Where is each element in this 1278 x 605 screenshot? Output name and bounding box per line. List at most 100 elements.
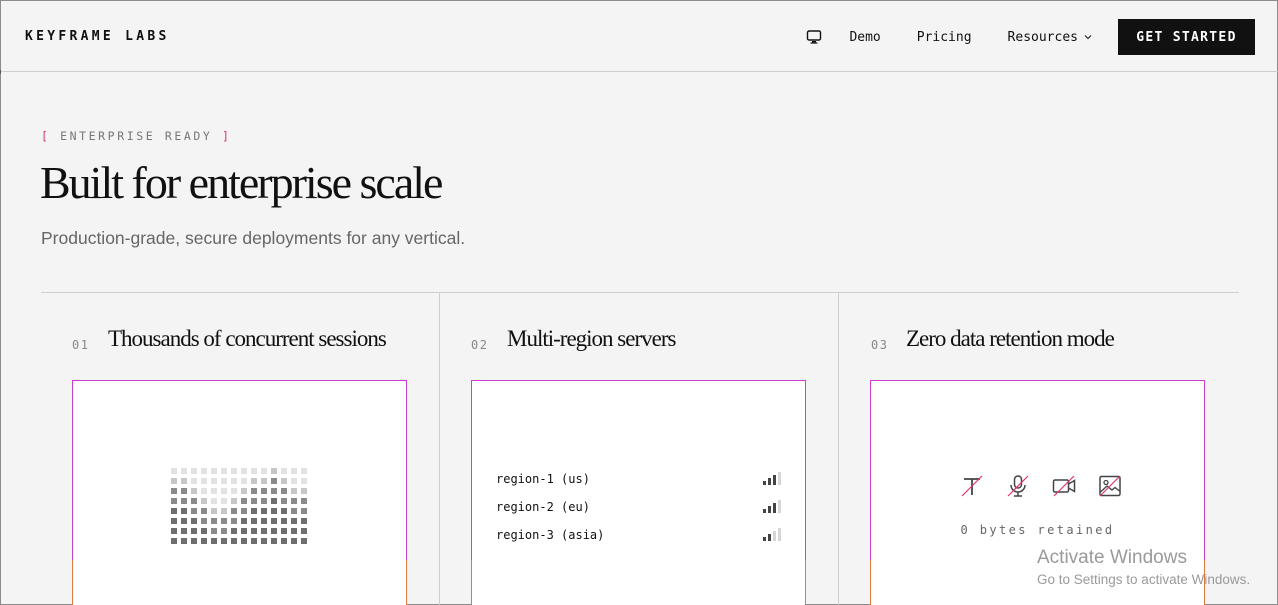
- session-dot: [261, 528, 267, 534]
- session-dot: [291, 528, 297, 534]
- card-number: 01: [72, 338, 90, 352]
- eyebrow: [ ENTERPRISE READY ]: [41, 129, 232, 143]
- session-dot: [211, 498, 217, 504]
- nav-link-demo[interactable]: Demo: [849, 30, 880, 45]
- session-dot: [171, 528, 177, 534]
- region-label: region-2 (eu): [496, 500, 590, 514]
- session-dot: [261, 538, 267, 544]
- signal-icon: [763, 528, 781, 541]
- session-dot: [221, 528, 227, 534]
- session-dot: [241, 528, 247, 534]
- session-dot: [181, 488, 187, 494]
- session-dot: [281, 468, 287, 474]
- session-dot: [211, 508, 217, 514]
- session-dot: [251, 518, 257, 524]
- page-title: Built for enterprise scale: [40, 157, 443, 208]
- session-dot: [291, 488, 297, 494]
- session-dot: [291, 508, 297, 514]
- card-title-regions: Multi-region servers: [507, 326, 676, 351]
- get-started-button[interactable]: GET STARTED: [1118, 19, 1255, 55]
- signal-icon: [763, 500, 781, 513]
- session-dot: [241, 508, 247, 514]
- session-dot: [281, 538, 287, 544]
- session-dot: [301, 488, 307, 494]
- session-dot: [221, 478, 227, 484]
- session-dot: [191, 498, 197, 504]
- signal-bar: [768, 478, 771, 485]
- session-dot: [281, 528, 287, 534]
- session-dot: [231, 528, 237, 534]
- session-dot: [251, 498, 257, 504]
- session-dot: [241, 478, 247, 484]
- video-off-icon: [1052, 475, 1076, 497]
- resources-label: Resources: [1007, 29, 1078, 45]
- session-dot: [241, 498, 247, 504]
- session-dot: [301, 468, 307, 474]
- session-dot: [271, 468, 277, 474]
- session-dot: [211, 518, 217, 524]
- session-dot: [251, 538, 257, 544]
- session-dot: [291, 478, 297, 484]
- session-dot: [211, 538, 217, 544]
- session-dot: [301, 478, 307, 484]
- eyebrow-bracket-open: [: [41, 129, 51, 143]
- session-dot: [291, 468, 297, 474]
- brand-logo[interactable]: KEYFRAME LABS: [25, 29, 170, 44]
- session-dot: [171, 488, 177, 494]
- nav-links: Demo Pricing Resources GET STARTED: [806, 19, 1255, 55]
- region-row: region-3 (asia): [496, 527, 781, 543]
- session-dot: [181, 528, 187, 534]
- session-dot: [211, 478, 217, 484]
- signal-bar: [763, 509, 766, 513]
- card-number: 03: [871, 338, 889, 352]
- session-dot: [271, 538, 277, 544]
- session-dot: [201, 508, 207, 514]
- region-label: region-3 (asia): [496, 528, 605, 542]
- session-dot: [241, 518, 247, 524]
- card-title-sessions: Thousands of concurrent sessions: [108, 326, 387, 351]
- session-dot: [231, 508, 237, 514]
- session-dot: [201, 468, 207, 474]
- top-nav: KEYFRAME LABS Demo Pricing Resources GET…: [0, 0, 1278, 72]
- session-dot: [251, 488, 257, 494]
- column-divider: [439, 293, 440, 605]
- session-dot: [181, 518, 187, 524]
- session-dot: [181, 508, 187, 514]
- signal-bar: [778, 528, 781, 541]
- session-dot: [171, 538, 177, 544]
- session-dot: [261, 468, 267, 474]
- session-dot: [271, 498, 277, 504]
- session-dot: [271, 488, 277, 494]
- session-dot: [201, 478, 207, 484]
- session-dot: [231, 518, 237, 524]
- session-dot: [221, 488, 227, 494]
- session-dot: [261, 518, 267, 524]
- session-dot: [171, 518, 177, 524]
- signal-bar: [773, 503, 776, 513]
- corner-mark: [0, 70, 4, 74]
- monitor-icon[interactable]: [806, 29, 822, 45]
- image-off-icon: [1099, 475, 1121, 497]
- session-dot: [201, 538, 207, 544]
- page-subtitle: Production-grade, secure deployments for…: [41, 228, 466, 248]
- nav-link-pricing[interactable]: Pricing: [917, 30, 972, 45]
- session-dot: [181, 468, 187, 474]
- nav-link-resources[interactable]: Resources: [1008, 30, 1092, 45]
- session-dot: [201, 518, 207, 524]
- session-dot: [181, 478, 187, 484]
- card-title-retention: Zero data retention mode: [906, 326, 1115, 351]
- session-dot: [251, 478, 257, 484]
- signal-bar: [763, 481, 766, 485]
- session-dot: [171, 478, 177, 484]
- session-dot: [211, 528, 217, 534]
- session-dot: [171, 508, 177, 514]
- eyebrow-bracket-close: ]: [221, 129, 232, 143]
- chevron-down-icon: [1084, 33, 1092, 41]
- session-dot: [231, 488, 237, 494]
- card-number: 02: [471, 338, 489, 352]
- microphone-off-icon: [1007, 475, 1029, 497]
- retention-icons: [959, 473, 1123, 499]
- session-dot: [241, 488, 247, 494]
- session-dot: [281, 498, 287, 504]
- session-dot: [291, 498, 297, 504]
